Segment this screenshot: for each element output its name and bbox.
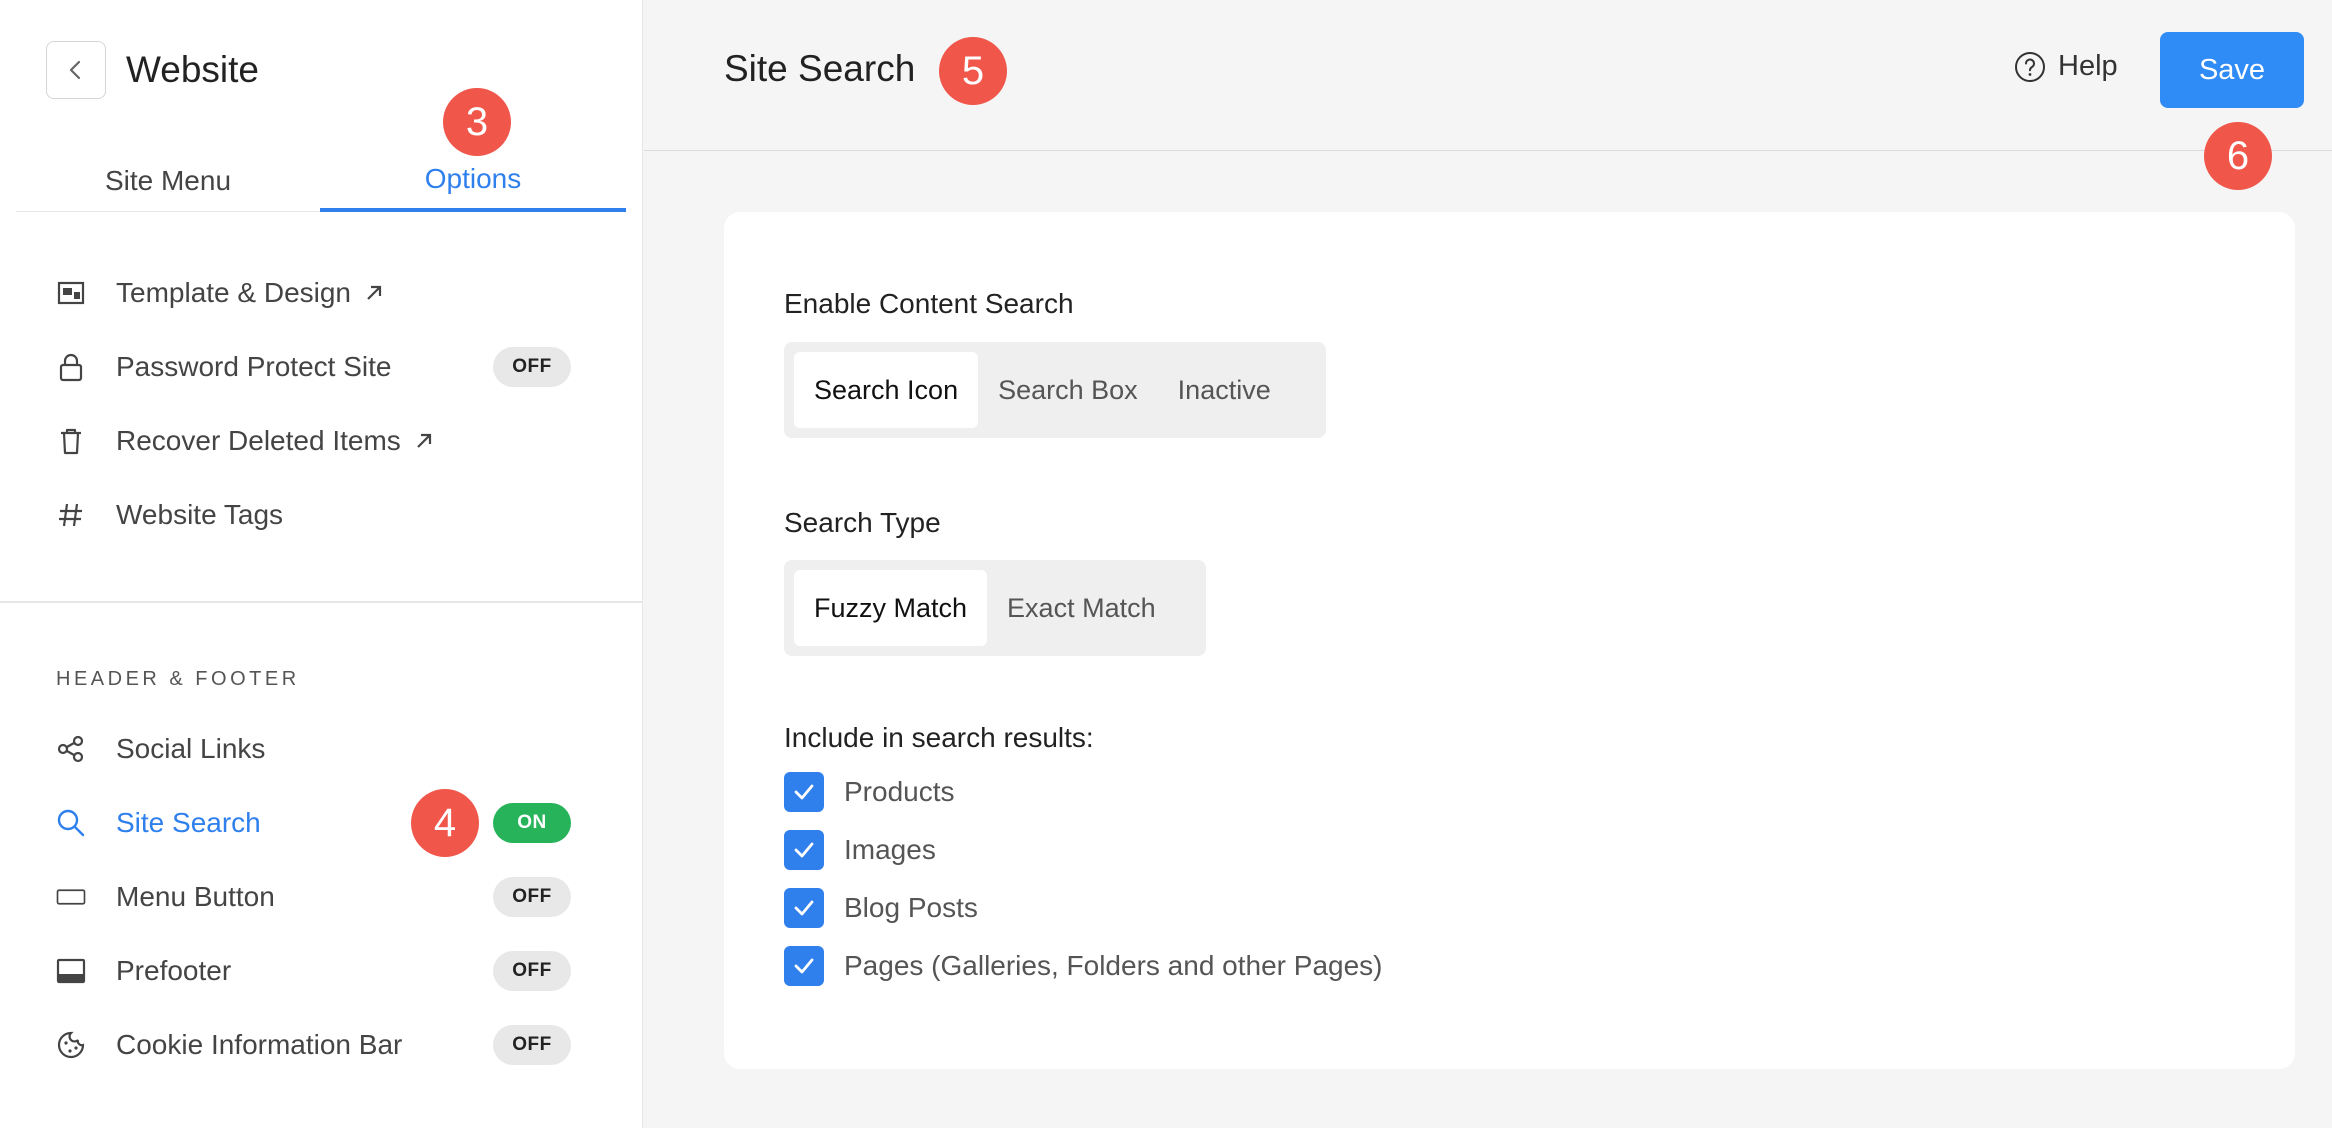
checkbox-checked[interactable] xyxy=(784,830,824,870)
prefooter-toggle[interactable]: OFF xyxy=(493,951,571,991)
option-search-box[interactable]: Search Box xyxy=(978,352,1158,428)
cookie-bar-toggle[interactable]: OFF xyxy=(493,1025,571,1065)
tab-site-menu[interactable]: Site Menu xyxy=(16,150,320,212)
chevron-left-icon xyxy=(69,60,81,80)
tab-options[interactable]: Options xyxy=(320,150,626,212)
password-protect-toggle[interactable]: OFF xyxy=(493,347,571,387)
checkbox-row-blog-posts[interactable]: Blog Posts xyxy=(784,888,978,928)
menu-item-label: Template & Design xyxy=(116,277,352,308)
check-icon xyxy=(794,958,814,974)
checkbox-row-products[interactable]: Products xyxy=(784,772,955,812)
menu-item-social-links[interactable]: Social Links xyxy=(56,719,576,779)
option-search-icon[interactable]: Search Icon xyxy=(794,352,979,428)
prefooter-icon xyxy=(56,956,86,986)
external-link-icon xyxy=(413,430,435,452)
checkbox-row-pages[interactable]: Pages (Galleries, Folders and other Page… xyxy=(784,946,1383,986)
help-label: Help xyxy=(2058,50,2118,82)
content-search-label: Enable Content Search xyxy=(784,288,1074,319)
check-icon xyxy=(794,900,814,916)
menu-item-label: Menu Button xyxy=(116,881,275,912)
checkbox-checked[interactable] xyxy=(784,946,824,986)
back-button[interactable] xyxy=(46,41,106,99)
annotation-badge-3: 3 xyxy=(443,88,511,156)
cookie-icon xyxy=(56,1030,86,1060)
menu-item-recover-deleted[interactable]: Recover Deleted Items xyxy=(56,411,576,471)
checkbox-label: Pages (Galleries, Folders and other Page… xyxy=(844,950,1383,981)
search-type-label: Search Type xyxy=(784,507,941,538)
checkbox-label: Blog Posts xyxy=(844,892,978,923)
check-icon xyxy=(794,842,814,858)
include-label: Include in search results: xyxy=(784,722,1094,753)
search-icon xyxy=(56,808,86,838)
menu-item-label: Prefooter xyxy=(116,955,232,986)
checkbox-checked[interactable] xyxy=(784,888,824,928)
option-exact-match[interactable]: Exact Match xyxy=(987,570,1176,646)
menu-item-template-design[interactable]: Template & Design xyxy=(56,263,576,323)
annotation-badge-5: 5 xyxy=(939,37,1007,105)
menu-item-label: Recover Deleted Items xyxy=(116,425,401,456)
sidebar-tabs: Site Menu Options xyxy=(16,150,626,212)
external-link-icon xyxy=(363,282,385,304)
sidebar-divider xyxy=(0,601,643,603)
annotation-badge-6: 6 xyxy=(2204,122,2272,190)
settings-card: Enable Content Search Search Icon Search… xyxy=(724,212,2295,1069)
menu-item-label: Website Tags xyxy=(116,499,284,530)
save-button[interactable]: Save xyxy=(2160,32,2304,108)
site-search-toggle[interactable]: ON xyxy=(493,803,571,843)
menu-item-label: Cookie Information Bar xyxy=(116,1029,403,1060)
search-type-segmented: Fuzzy Match Exact Match xyxy=(784,560,1206,656)
option-fuzzy-match[interactable]: Fuzzy Match xyxy=(794,570,988,646)
trash-icon xyxy=(56,426,86,456)
page-title: Site Search xyxy=(724,48,916,89)
annotation-badge-4: 4 xyxy=(411,789,479,857)
content-search-segmented: Search Icon Search Box Inactive xyxy=(784,342,1326,438)
section-label-header-footer: HEADER & FOOTER xyxy=(56,668,300,690)
checkbox-row-images[interactable]: Images xyxy=(784,830,936,870)
checkbox-label: Images xyxy=(844,834,936,865)
check-icon xyxy=(794,784,814,800)
lock-icon xyxy=(56,352,86,382)
menu-item-label: Social Links xyxy=(116,733,266,764)
menu-button-icon xyxy=(56,882,86,912)
help-icon xyxy=(2015,51,2045,82)
top-bar: Site Search 5 Help Save xyxy=(644,0,2332,151)
sidebar: Website 3 Site Menu Options Template & D… xyxy=(0,0,643,1128)
share-icon xyxy=(56,734,86,764)
template-icon xyxy=(56,278,86,308)
option-inactive[interactable]: Inactive xyxy=(1158,352,1291,428)
menu-item-label: Password Protect Site xyxy=(116,351,392,382)
help-link[interactable]: Help xyxy=(2014,50,2118,83)
menu-item-label: Site Search xyxy=(116,807,261,838)
menu-item-website-tags[interactable]: Website Tags xyxy=(56,485,576,545)
hash-icon xyxy=(56,500,86,530)
sidebar-title: Website xyxy=(126,49,259,90)
checkbox-checked[interactable] xyxy=(784,772,824,812)
menu-button-toggle[interactable]: OFF xyxy=(493,877,571,917)
checkbox-label: Products xyxy=(844,776,955,807)
